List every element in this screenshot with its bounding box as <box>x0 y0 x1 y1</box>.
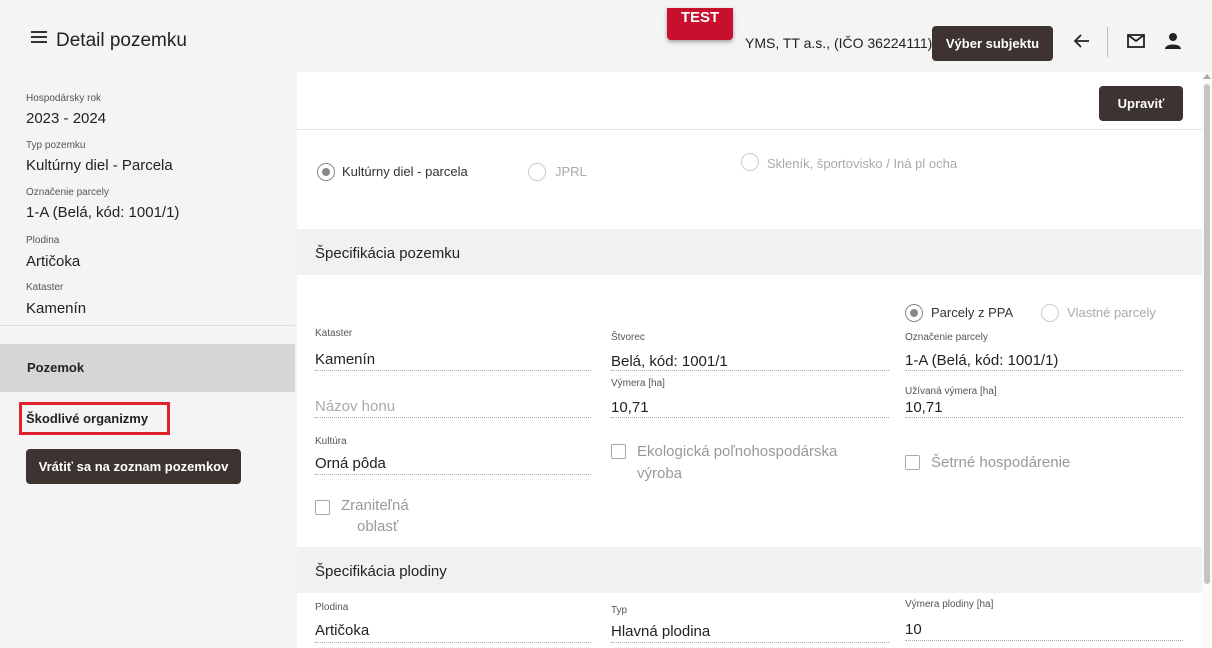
radio-cultural-plot[interactable] <box>317 163 335 181</box>
mail-icon[interactable] <box>1127 34 1145 48</box>
user-icon[interactable] <box>1163 31 1183 51</box>
scrollbar-thumb[interactable] <box>1204 84 1210 584</box>
field-underline <box>315 474 591 475</box>
section-crop-spec: Špecifikácia plodiny <box>297 547 1202 593</box>
edit-button[interactable]: Upraviť <box>1099 86 1183 121</box>
checkbox-label: Zraniteľná <box>341 497 409 514</box>
field-underline <box>611 417 889 418</box>
checkbox-ecological[interactable] <box>611 444 626 459</box>
return-to-list-button[interactable]: Vrátiť sa na zoznam pozemkov <box>26 449 241 484</box>
radio-label: Vlastné parcely <box>1067 305 1156 320</box>
radio-own-parcels[interactable] <box>1041 304 1059 322</box>
radio-jprl[interactable] <box>528 163 546 181</box>
radio-label: Skleník, športovisko / Iná pl ocha <box>767 156 958 171</box>
checkbox-label: výroba <box>637 465 683 482</box>
field-underline <box>315 642 591 643</box>
radio-greenhouse-other[interactable] <box>741 153 759 171</box>
field-underline <box>905 417 1183 418</box>
sidebar-item-harmful-organisms[interactable]: Škodlivé organizmy <box>19 402 170 435</box>
crop-area-field[interactable]: 10 <box>905 621 922 638</box>
info-value: Kamenín <box>26 300 87 317</box>
sidebar: Hospodársky rok 2023 - 2024 Typ pozemku … <box>0 72 295 648</box>
field-label: Typ <box>611 605 628 616</box>
main-panel: Upraviť Kultúrny diel - parcela JPRL Skl… <box>297 72 1202 648</box>
sidebar-item-label: Škodlivé organizmy <box>26 411 149 426</box>
checkbox-label: Ekologická poľnohospodárska <box>637 443 838 460</box>
radio-parcels-ppa[interactable] <box>905 304 923 322</box>
info-label: Označenie parcely <box>26 187 109 198</box>
info-label: Typ pozemku <box>26 140 86 151</box>
scroll-up-icon[interactable] <box>1203 74 1211 79</box>
checkbox-careful-management[interactable] <box>905 455 920 470</box>
section-title: Špecifikácia plodiny <box>315 563 447 580</box>
field-underline <box>611 370 889 371</box>
kataster-field[interactable]: Kamenín <box>315 351 375 368</box>
crop-type-field[interactable]: Hlavná plodina <box>611 623 710 640</box>
info-label: Kataster <box>26 282 64 293</box>
current-subject: YMS, TT a.s., (IČO 36224111) <box>745 35 933 51</box>
field-label: Kataster <box>315 328 353 339</box>
parcel-designation-field[interactable]: 1-A (Belá, kód: 1001/1) <box>905 352 1058 369</box>
info-label: Plodina <box>26 235 60 246</box>
sidebar-divider <box>0 325 295 326</box>
field-name-input[interactable]: Názov honu <box>315 398 395 415</box>
field-underline <box>905 640 1183 641</box>
field-label: Označenie parcely <box>905 332 988 343</box>
stvorec-field[interactable]: Belá, kód: 1001/1 <box>611 353 728 370</box>
field-label: Výmera plodiny [ha] <box>905 599 994 610</box>
info-value: 2023 - 2024 <box>26 110 107 127</box>
field-label: Výmera [ha] <box>611 378 665 389</box>
sidebar-item-plot[interactable]: Pozemok <box>0 344 295 392</box>
field-underline <box>315 417 591 418</box>
radio-label: Parcely z PPA <box>931 305 1014 320</box>
page-title: Detail pozemku <box>56 30 187 51</box>
info-label: Hospodársky rok <box>26 93 102 104</box>
field-label: Kultúra <box>315 436 347 447</box>
test-badge: TEST <box>667 8 733 40</box>
field-label: Štvorec <box>611 332 645 343</box>
field-underline <box>905 370 1183 371</box>
app-header: Detail pozemku TEST YMS, TT a.s., (IČO 3… <box>0 0 1212 72</box>
checkbox-label: oblasť <box>357 518 399 535</box>
section-plot-spec: Špecifikácia pozemku <box>297 229 1202 275</box>
field-label: Plodina <box>315 602 349 613</box>
field-label: Užívaná výmera [ha] <box>905 386 997 397</box>
info-value: 1-A (Belá, kód: 1001/1) <box>26 204 180 221</box>
field-underline <box>611 642 889 643</box>
culture-field[interactable]: Orná pôda <box>315 455 386 472</box>
arrow-left-icon[interactable] <box>1072 31 1092 51</box>
sidebar-item-label: Pozemok <box>27 360 85 375</box>
radio-label: Kultúrny diel - parcela <box>342 164 468 179</box>
toolbar-divider <box>297 129 1202 130</box>
select-subject-button[interactable]: Výber subjektu <box>932 26 1053 61</box>
used-area-field[interactable]: 10,71 <box>905 399 943 416</box>
section-title: Špecifikácia pozemku <box>315 245 461 262</box>
info-value: Kultúrny diel - Parcela <box>26 157 173 174</box>
checkbox-label: Šetrné hospodárenie <box>931 454 1071 471</box>
menu-icon[interactable] <box>31 31 47 43</box>
header-divider <box>1107 27 1108 57</box>
radio-label: JPRL <box>555 164 587 179</box>
info-value: Artičoka <box>26 253 81 270</box>
crop-field[interactable]: Artičoka <box>315 622 369 639</box>
checkbox-vulnerable-area[interactable] <box>315 500 330 515</box>
area-field[interactable]: 10,71 <box>611 399 649 416</box>
field-underline <box>315 370 591 371</box>
